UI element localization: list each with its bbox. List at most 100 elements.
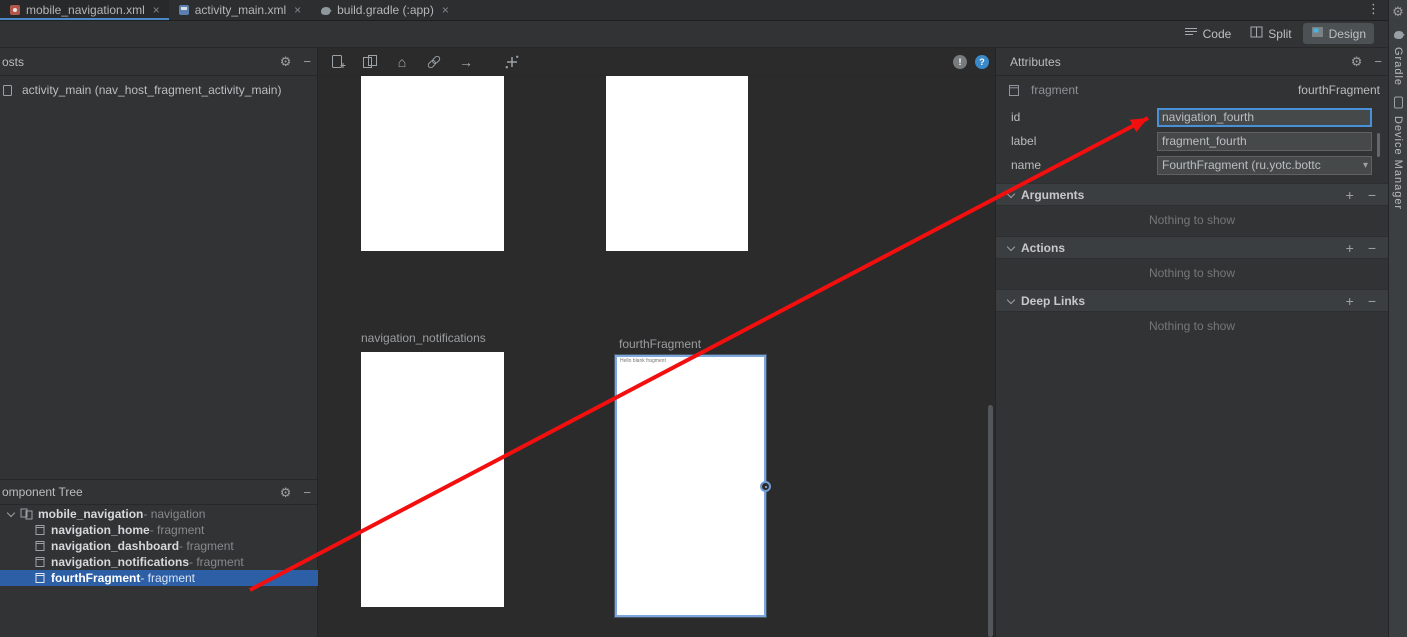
deep-links-section-header[interactable]: Deep Links + −	[996, 289, 1388, 312]
destination-preview-fourth[interactable]: Hello blank fragment	[615, 355, 766, 617]
warning-indicator-icon[interactable]: !	[953, 55, 967, 69]
tree-item-navigation-notifications[interactable]: navigation_notifications - fragment	[0, 554, 318, 570]
chevron-expanded-icon[interactable]	[7, 509, 15, 517]
id-input[interactable]	[1157, 108, 1372, 127]
tab-mobile-navigation-xml[interactable]: mobile_navigation.xml ×	[0, 0, 169, 20]
action-arrow-icon[interactable]: →	[457, 53, 475, 71]
id-field-row: id	[996, 106, 1388, 128]
tree-item-name: navigation_notifications	[51, 555, 189, 569]
section-title: Arguments	[1021, 188, 1084, 202]
actions-empty-text: Nothing to show	[996, 266, 1388, 280]
fragment-preview-text: Hello blank fragment	[620, 359, 666, 364]
host-item-activity-main[interactable]: activity_main (nav_host_fragment_activit…	[0, 81, 281, 99]
arguments-empty-text: Nothing to show	[996, 213, 1388, 227]
tree-item-navigation-home[interactable]: navigation_home - fragment	[0, 522, 318, 538]
component-id-label: fourthFragment	[1298, 83, 1380, 97]
tree-item-fourth-fragment[interactable]: fourthFragment - fragment	[0, 570, 318, 586]
gradle-icon	[1392, 28, 1405, 43]
tree-item-type: - fragment	[140, 571, 195, 585]
remove-icon[interactable]: −	[1366, 294, 1378, 308]
device-manager-tool-button[interactable]: Device Manager	[1392, 96, 1404, 210]
help-icon[interactable]: ?	[975, 55, 989, 69]
fragment-icon	[34, 524, 46, 536]
design-toolbar: ⌂ → ! ?	[319, 48, 995, 76]
gradle-file-icon	[319, 4, 332, 16]
create-nested-graph-icon[interactable]	[361, 53, 379, 71]
attributes-scrollbar[interactable]	[1377, 133, 1380, 157]
selected-component-row: fragment fourthFragment	[996, 80, 1388, 100]
design-surface[interactable]: ⌂ → ! ? navigation_notifications fourthF…	[319, 48, 995, 637]
section-actions: + −	[1344, 188, 1388, 202]
label-input[interactable]	[1157, 132, 1372, 151]
actions-section-header[interactable]: Actions + −	[996, 236, 1388, 259]
destination-label-notifications: navigation_notifications	[361, 331, 486, 345]
remove-icon[interactable]: −	[1366, 241, 1378, 255]
view-mode-label: Code	[1203, 27, 1232, 41]
hide-panel-icon[interactable]: −	[297, 55, 317, 68]
assign-start-destination-icon[interactable]: ⌂	[393, 53, 411, 71]
tree-item-type: - fragment	[189, 555, 244, 569]
gear-icon[interactable]: ⚙	[274, 55, 298, 68]
destination-label-fourth: fourthFragment	[619, 337, 701, 351]
add-destination-icon[interactable]	[329, 53, 347, 71]
view-mode-switcher: Code Split Design	[1176, 23, 1374, 44]
tab-build-gradle[interactable]: build.gradle (:app) ×	[310, 0, 458, 20]
view-mode-design[interactable]: Design	[1303, 23, 1374, 44]
hosts-panel-title: osts	[0, 55, 274, 69]
section-title: Deep Links	[1021, 294, 1085, 308]
arguments-section-header[interactable]: Arguments + −	[996, 183, 1388, 206]
destination-preview-dashboard[interactable]	[606, 76, 748, 251]
add-icon[interactable]: +	[1344, 294, 1356, 308]
component-tree-title: omponent Tree	[0, 485, 274, 499]
component-type-label: fragment	[1031, 83, 1078, 97]
hide-panel-icon[interactable]: −	[297, 486, 317, 499]
navigation-xml-file-icon	[9, 4, 21, 16]
editor-mode-band: Code Split Design	[0, 21, 1388, 48]
gear-icon[interactable]: ⚙	[274, 486, 298, 499]
auto-arrange-icon[interactable]	[503, 53, 521, 71]
close-icon[interactable]: ×	[294, 4, 301, 16]
deep-links-empty-text: Nothing to show	[996, 319, 1388, 333]
add-icon[interactable]: +	[1344, 188, 1356, 202]
tree-item-mobile-navigation[interactable]: mobile_navigation - navigation	[0, 506, 318, 522]
view-mode-code[interactable]: Code	[1176, 23, 1240, 44]
settings-icon[interactable]: ⚙	[1392, 5, 1404, 18]
close-icon[interactable]: ×	[442, 4, 449, 16]
chevron-expanded-icon	[1007, 189, 1015, 197]
gradle-tool-label: Gradle	[1392, 47, 1404, 86]
canvas-vertical-scrollbar[interactable]	[988, 405, 993, 637]
design-icon	[1311, 26, 1324, 41]
tree-item-name: fourthFragment	[51, 571, 140, 585]
name-dropdown[interactable]: FourthFragment (ru.yotc.bottc ▾	[1157, 156, 1372, 175]
close-icon[interactable]: ×	[153, 4, 160, 16]
design-toolbar-right: ! ?	[953, 48, 989, 76]
view-mode-split[interactable]: Split	[1242, 23, 1299, 44]
gradle-tool-button[interactable]: Gradle	[1392, 28, 1405, 86]
connection-handle[interactable]	[760, 481, 771, 492]
name-field-label: name	[1011, 158, 1041, 172]
tab-overflow-menu-icon[interactable]: ⋮	[1367, 2, 1380, 15]
hide-panel-icon[interactable]: −	[1368, 55, 1388, 68]
tree-item-navigation-dashboard[interactable]: navigation_dashboard - fragment	[0, 538, 318, 554]
fragment-icon	[34, 556, 46, 568]
tree-item-type: - fragment	[150, 523, 205, 537]
view-mode-label: Split	[1268, 27, 1291, 41]
remove-icon[interactable]: −	[1366, 188, 1378, 202]
tab-label: mobile_navigation.xml	[26, 3, 145, 17]
section-actions: + −	[1344, 241, 1388, 255]
tab-activity-main-xml[interactable]: activity_main.xml ×	[169, 0, 310, 20]
navigation-graph-icon	[20, 508, 33, 520]
add-icon[interactable]: +	[1344, 241, 1356, 255]
tab-label: activity_main.xml	[195, 3, 286, 17]
destination-preview-notifications[interactable]	[361, 352, 504, 607]
fragment-icon	[34, 572, 46, 584]
section-actions: + −	[1344, 294, 1388, 308]
deep-link-icon[interactable]	[425, 53, 443, 71]
chevron-expanded-icon	[1007, 295, 1015, 303]
destination-preview-home[interactable]	[361, 76, 504, 251]
layout-xml-file-icon	[178, 4, 190, 16]
attributes-title: Attributes	[1008, 55, 1345, 69]
label-field-label: label	[1011, 134, 1036, 148]
gear-icon[interactable]: ⚙	[1345, 55, 1369, 68]
device-manager-tool-label: Device Manager	[1392, 116, 1404, 210]
